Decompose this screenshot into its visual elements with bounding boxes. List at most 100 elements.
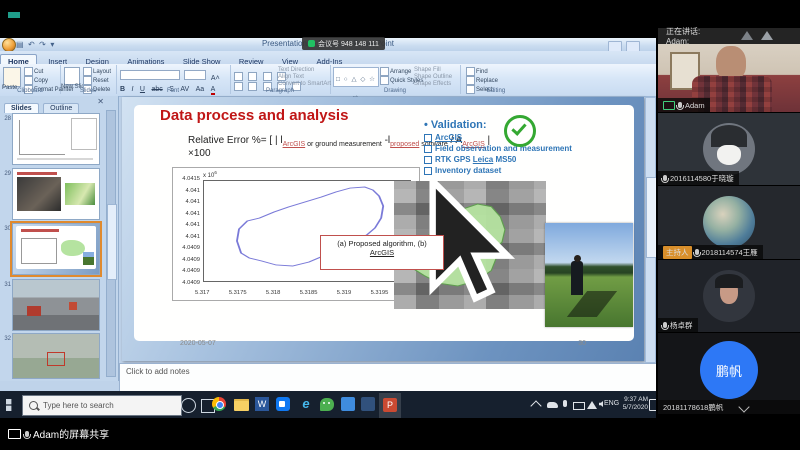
wechat-icon[interactable] bbox=[320, 398, 334, 411]
participant-label: 20181178618鹏帆 bbox=[658, 400, 800, 414]
slide-thumbnail[interactable] bbox=[12, 279, 100, 331]
panel-tab-slides[interactable]: Slides bbox=[4, 103, 39, 113]
volume-icon[interactable] bbox=[599, 401, 603, 407]
participant-tile[interactable]: 2016114580于晓璇 bbox=[658, 113, 800, 185]
slide-page-number: 30 bbox=[578, 340, 586, 347]
slide-thumbnail[interactable] bbox=[12, 168, 100, 220]
shape-outline-button[interactable]: Shape Outline bbox=[414, 74, 452, 81]
copy-icon bbox=[24, 76, 33, 85]
word-icon[interactable]: W bbox=[255, 397, 269, 411]
cortana-icon[interactable] bbox=[181, 398, 196, 413]
file-explorer-icon[interactable] bbox=[234, 399, 249, 411]
avatar-globe bbox=[703, 196, 755, 248]
checkbox-icon bbox=[424, 134, 432, 142]
participant-tile-host[interactable]: 主持人 2018114574王雁 bbox=[658, 186, 800, 259]
group-label-clipboard: Clipboard bbox=[0, 88, 60, 94]
mic-icon bbox=[663, 175, 667, 181]
notes-placeholder: Click to add notes bbox=[126, 367, 190, 376]
validation-item: Field observation and measurement bbox=[424, 144, 584, 153]
ribbon: Paste Cut Copy Format Painter Clipboard … bbox=[0, 64, 656, 97]
meeting-app-icon[interactable] bbox=[276, 397, 290, 411]
tray-mic-icon[interactable] bbox=[563, 400, 567, 407]
matlab-boundary-plot: x 106 4.04154.041 4.0414.041 4.0414.041 … bbox=[172, 167, 420, 301]
taskbar-search[interactable]: Type here to search bbox=[22, 395, 182, 416]
meeting-id-overlay: 会议号 948 148 111 bbox=[302, 37, 385, 50]
participant-tile[interactable]: 鹏帆 20181178618鹏帆 bbox=[658, 333, 800, 414]
panel-tab-outline[interactable]: Outline bbox=[43, 103, 79, 113]
x-axis-ticks: 5.3175.3175 5.3185.3185 5.3195.3195 5.32 bbox=[195, 290, 419, 296]
layout-button[interactable]: Layout bbox=[83, 67, 111, 76]
start-button[interactable] bbox=[6, 399, 18, 411]
powerpoint-taskbar-active[interactable]: P bbox=[379, 393, 401, 420]
ribbon-group-font: A˄ B I U abc S AV Aa A Font bbox=[116, 65, 231, 94]
y-axis-ticks: 4.04154.041 4.0414.041 4.0414.041 4.0409… bbox=[173, 176, 200, 286]
slide-canvas[interactable]: Data process and analysis Relative Error… bbox=[122, 97, 644, 361]
ribbon-group-editing: Find Replace Select Editing bbox=[460, 65, 532, 94]
chrome-icon[interactable] bbox=[212, 397, 226, 411]
app-blue-icon[interactable] bbox=[341, 397, 355, 411]
participant-video-adam[interactable]: Adam bbox=[658, 44, 800, 112]
participant-tile[interactable]: 杨卓群 bbox=[658, 260, 800, 332]
host-badge: 主持人 bbox=[663, 246, 692, 259]
network-icon[interactable] bbox=[587, 401, 597, 409]
replace-button[interactable]: Replace bbox=[466, 76, 498, 85]
shapes-gallery[interactable]: □ ○ △ ◇ ☆ ⇨ bbox=[333, 67, 379, 87]
mic-icon bbox=[25, 431, 29, 437]
onedrive-cloud-icon[interactable] bbox=[547, 402, 558, 408]
ppt-title-bar: ▤ ↶ ↷ ▾ Presentation1 - Microsoft PowerP… bbox=[0, 38, 656, 52]
participant-label: 2016114580于晓璇 bbox=[658, 171, 739, 185]
slide-thumbnail-current[interactable] bbox=[12, 223, 100, 275]
shape-effects-button[interactable]: Shape Effects bbox=[414, 81, 452, 88]
arrange-icon bbox=[380, 67, 389, 76]
checkbox-icon bbox=[424, 145, 432, 153]
tray-chevron-icon[interactable] bbox=[530, 400, 541, 411]
quick-styles-icon bbox=[380, 76, 389, 85]
align-text-button[interactable]: Align Text bbox=[278, 74, 331, 81]
slide-thumbnail[interactable] bbox=[12, 113, 100, 165]
y-scale-label: x 106 bbox=[203, 170, 217, 179]
find-icon bbox=[466, 67, 475, 76]
screen-icon bbox=[8, 429, 21, 439]
search-placeholder: Type here to search bbox=[43, 401, 114, 410]
battery-icon[interactable] bbox=[573, 402, 585, 410]
reset-button[interactable]: Reset bbox=[83, 76, 111, 85]
internet-explorer-icon[interactable]: e bbox=[299, 397, 313, 411]
thumb-number: 30 bbox=[2, 226, 11, 232]
mic-icon bbox=[678, 102, 682, 108]
avatar-initials: 鹏帆 bbox=[700, 341, 758, 399]
participant-label: Adam bbox=[658, 98, 710, 112]
face-mask bbox=[717, 145, 741, 165]
figure-caption-box: (a) Proposed algorithm, (b) ArcGIS bbox=[320, 235, 444, 270]
thumb-number: 28 bbox=[2, 116, 11, 122]
panel-close-icon[interactable]: ✕ bbox=[97, 98, 104, 106]
text-direction-button[interactable]: Text Direction bbox=[278, 67, 331, 74]
chevron-down-icon[interactable] bbox=[739, 401, 750, 412]
panel-scrollbar[interactable] bbox=[106, 110, 116, 377]
convert-smartart-button[interactable]: Convert to SmartArt bbox=[278, 81, 331, 88]
replace-icon bbox=[466, 76, 475, 85]
slide-scrollbar[interactable] bbox=[645, 97, 656, 363]
app-navy-icon[interactable] bbox=[361, 397, 375, 411]
shared-screen-region: ▤ ↶ ↷ ▾ Presentation1 - Microsoft PowerP… bbox=[0, 38, 656, 418]
reset-icon bbox=[83, 76, 92, 85]
participant-label: 主持人 2018114574王雁 bbox=[658, 245, 763, 259]
speaking-banner: 正在讲话: Adam; bbox=[658, 28, 800, 44]
shape-fill-button[interactable]: Shape Fill bbox=[414, 67, 452, 74]
paste-icon[interactable] bbox=[3, 67, 21, 87]
validation-item: RTK GPS Leica MS50 bbox=[424, 155, 584, 164]
new-slide-icon[interactable] bbox=[64, 67, 80, 85]
share-banner-text: Adam的屏幕共享 bbox=[33, 426, 109, 441]
slide-title: Data process and analysis bbox=[160, 107, 348, 124]
meeting-overlay-icon bbox=[308, 40, 315, 47]
field-survey-photo bbox=[545, 223, 633, 327]
participant-label: 杨卓群 bbox=[658, 318, 698, 332]
thumb-number: 31 bbox=[2, 282, 11, 288]
ribbon-tab-row: Home Insert Design Animations Slide Show… bbox=[0, 51, 656, 64]
ribbon-group-slides: New Slide Layout Reset Delete Slides bbox=[60, 65, 117, 94]
slide-thumbnail[interactable] bbox=[12, 333, 100, 379]
cut-icon bbox=[24, 67, 33, 76]
find-button[interactable]: Find bbox=[466, 67, 498, 76]
group-label-font: Font bbox=[116, 88, 230, 94]
tray-clock[interactable]: 9:37 AM 5/7/2020 bbox=[614, 396, 648, 412]
windows-taskbar: Type here to search W e P bbox=[0, 391, 656, 418]
